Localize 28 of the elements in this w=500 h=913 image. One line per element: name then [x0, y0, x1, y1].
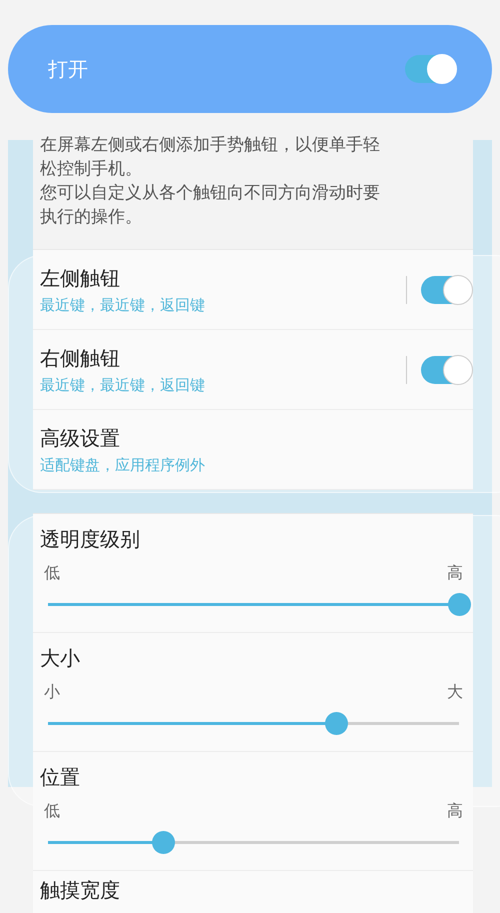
item-title: 右侧触钮 — [40, 344, 121, 372]
item-subtitle: 最近键，最近键，返回键 — [40, 296, 206, 314]
toggle-switch[interactable] — [421, 356, 471, 384]
slider-thumb[interactable] — [152, 831, 176, 854]
item-title: 高级设置 — [40, 424, 121, 452]
slider-max-label: 大 — [447, 682, 463, 703]
toggle-switch[interactable] — [421, 276, 471, 304]
section-title: 触摸宽度 — [40, 877, 121, 904]
slider-title: 透明度级别 — [40, 526, 141, 553]
slider-min-label: 低 — [44, 563, 60, 584]
slider-min-label: 小 — [44, 682, 60, 703]
item-subtitle: 最近键，最近键，返回键 — [40, 376, 206, 394]
slider-max-label: 高 — [447, 563, 463, 584]
slider-max-label: 高 — [447, 801, 463, 822]
slider-title: 大小 — [40, 645, 81, 672]
toggle-switch[interactable] — [405, 55, 455, 83]
slider-thumb[interactable] — [324, 712, 348, 735]
settings-item[interactable]: 左侧触钮 最近键，最近键，返回键 — [33, 250, 473, 330]
item-subtitle: 适配键盘，应用程序例外 — [40, 456, 206, 474]
settings-item[interactable]: 右侧触钮 最近键，最近键，返回键 — [33, 330, 473, 410]
description-text: 您可以自定义从各个触钮向不同方向滑动时要执行的操作。 — [40, 182, 380, 229]
master-switch-label: 打开 — [48, 56, 88, 82]
settings-item[interactable]: 高级设置 适配键盘，应用程序例外 — [33, 410, 473, 490]
slider-min-label: 低 — [44, 801, 60, 822]
slider-thumb[interactable] — [448, 593, 471, 616]
description-text: 在屏幕左侧或右侧添加手势触钮，以便单手轻松控制手机。 — [40, 134, 380, 181]
item-title: 左侧触钮 — [40, 264, 121, 292]
slider-title: 位置 — [40, 764, 81, 791]
